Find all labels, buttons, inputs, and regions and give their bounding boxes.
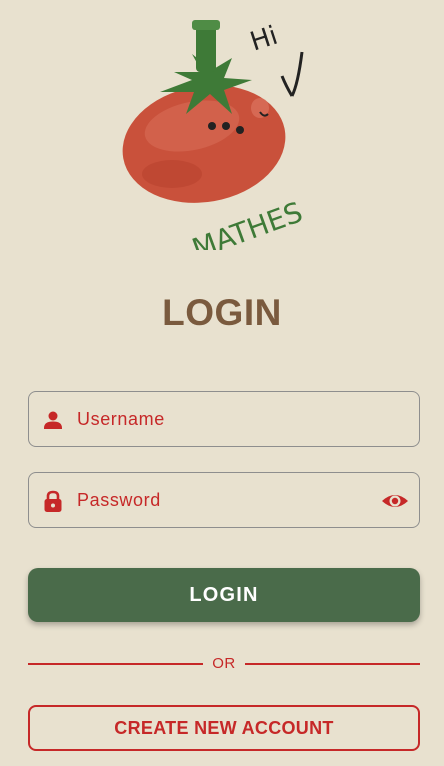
person-icon [41, 408, 65, 432]
divider-line-right [245, 663, 420, 665]
brand-text: MATHES [188, 195, 307, 250]
password-field[interactable]: Password [28, 472, 420, 528]
username-placeholder: Username [77, 409, 165, 429]
login-button[interactable]: LOGIN [28, 568, 420, 622]
tomato-logo: Hi MATHES [112, 14, 332, 250]
eye-icon[interactable] [381, 488, 409, 514]
create-account-button[interactable]: CREATE NEW ACCOUNT [28, 705, 420, 751]
divider-text: OR [212, 655, 236, 672]
greeting-text: Hi [247, 21, 282, 58]
password-placeholder: Password [77, 490, 161, 510]
divider-line-left [28, 663, 203, 665]
lock-icon [41, 489, 65, 513]
page-title: LOGIN [162, 292, 282, 333]
username-field[interactable]: Username [28, 391, 420, 447]
